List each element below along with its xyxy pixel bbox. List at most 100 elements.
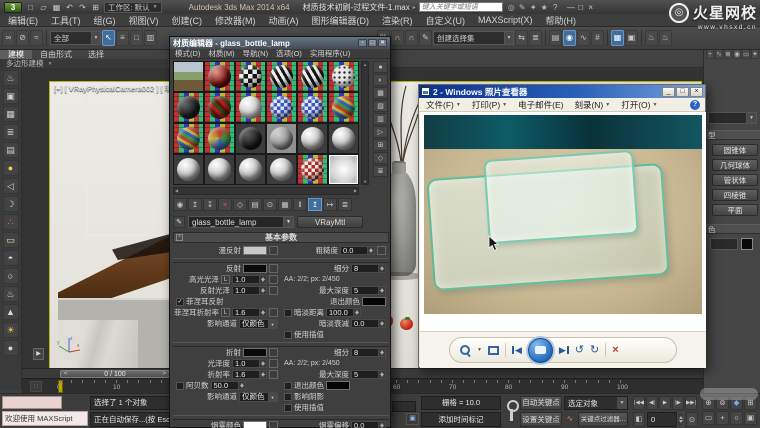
unlink-selection-icon[interactable]: ⊘ <box>16 30 29 46</box>
material-sample-slot[interactable] <box>297 61 328 92</box>
material-sample-slot[interactable] <box>328 92 359 123</box>
primitive-category-dropdown[interactable]: ▼ <box>708 112 757 124</box>
menu-item[interactable]: 编辑(E) <box>8 14 38 27</box>
close-button[interactable]: × <box>586 3 596 12</box>
go-to-parent-icon[interactable]: ↥ <box>308 198 322 211</box>
open-file-icon[interactable]: ▱ <box>38 2 49 13</box>
material-sample-slot[interactable] <box>297 92 328 123</box>
show-material-in-viewport-icon[interactable]: ▦ <box>278 198 292 211</box>
spinner-arrows[interactable] <box>354 308 361 317</box>
circle-shape-icon[interactable]: ○ <box>3 268 19 284</box>
previous-image-button[interactable]: ◀ <box>512 345 522 356</box>
material-sample-slot[interactable] <box>266 61 297 92</box>
spinner-field[interactable]: 8 <box>351 264 386 273</box>
create-tab-icon[interactable]: + <box>706 49 714 59</box>
spinner-field[interactable]: 8 <box>351 348 386 357</box>
spinner-arrows[interactable] <box>379 286 386 295</box>
menu-item[interactable]: 自定义(U) <box>426 14 466 27</box>
polygon-modeling-panel[interactable]: 多边形建模 ▼ <box>0 59 168 68</box>
selection-region-icon[interactable]: □ <box>130 30 143 46</box>
utilities-tab-icon[interactable]: ✦ <box>751 49 759 59</box>
rotate-clockwise-button[interactable]: ↻ <box>590 345 599 355</box>
material-sample-slot[interactable] <box>235 61 266 92</box>
spinner-field[interactable]: 5 <box>351 286 386 295</box>
photo-viewer-menu-item[interactable]: 文件(F)▼ <box>426 99 461 111</box>
menu-item[interactable]: 渲染(R) <box>382 14 413 27</box>
hierarchy-tab-icon[interactable]: ≣ <box>724 49 732 59</box>
play-slideshow-button[interactable] <box>528 338 553 363</box>
spinner-field[interactable]: 0.0 <box>351 319 386 328</box>
menu-item[interactable]: 工具(T) <box>51 14 81 27</box>
motion-tab-icon[interactable]: ◉ <box>733 49 741 59</box>
checkbox[interactable] <box>284 331 292 339</box>
material-editor-menu-item[interactable]: 实用程序(U) <box>310 48 350 59</box>
3ds-max-logo-icon[interactable]: 3 <box>4 2 22 13</box>
speaker-icon[interactable]: ◁ <box>3 178 19 194</box>
key-filter-dropdown[interactable]: 选定对象 ▼ <box>564 396 628 410</box>
flyout-arrow-button[interactable]: ▶ <box>33 348 44 360</box>
layer-grid-icon[interactable]: ▤ <box>3 142 19 158</box>
put-to-library-icon[interactable]: ▤ <box>248 198 262 211</box>
video-color-check-icon[interactable]: ▥ <box>373 113 388 125</box>
next-frame-button[interactable]: |▶ <box>672 396 684 410</box>
lock-button[interactable]: L <box>221 308 230 317</box>
spinner-field[interactable]: 0.0 <box>340 246 375 255</box>
go-to-end-button[interactable]: ▶▶| <box>685 396 697 410</box>
redo-icon[interactable]: ↷ <box>77 2 88 13</box>
add-time-tag[interactable]: 添加时间标记 <box>421 412 501 427</box>
coordinate-field[interactable] <box>392 401 416 412</box>
reset-material-icon[interactable]: × <box>218 198 232 211</box>
spinner-arrows[interactable] <box>239 381 246 390</box>
checkbox[interactable] <box>284 393 292 401</box>
new-file-icon[interactable]: □ <box>25 2 36 13</box>
material-editor-menu-item[interactable]: 选项(O) <box>276 48 302 59</box>
tube-button[interactable]: 管状体 <box>712 174 758 186</box>
make-unique-icon[interactable]: ◇ <box>233 198 247 211</box>
community-icon[interactable]: ✦ <box>528 3 539 12</box>
pyramid-button[interactable]: 四棱锥 <box>712 189 758 201</box>
menu-item[interactable]: 修改器(M) <box>215 14 256 27</box>
render-iterative-icon[interactable]: ♨ <box>659 30 672 46</box>
time-configuration-icon[interactable]: ⊙ <box>686 412 698 427</box>
select-by-name-icon[interactable]: ≡ <box>116 30 129 46</box>
spinner-arrows[interactable] <box>379 319 386 328</box>
maxscript-mini-listener[interactable] <box>2 396 62 409</box>
spinner-field[interactable]: 1.0 <box>232 359 267 368</box>
search-input[interactable] <box>419 2 503 12</box>
menu-item[interactable]: 视图(V) <box>129 14 159 27</box>
maximize-button[interactable]: □ <box>368 39 377 47</box>
spinner-field[interactable]: 1.6 <box>232 370 267 379</box>
rotate-counterclockwise-button[interactable]: ↺ <box>575 345 584 355</box>
maximize-viewport-toggle-icon[interactable]: ▣ <box>744 411 757 425</box>
name-color-rollout[interactable]: 色 <box>704 224 760 234</box>
spinner-arrows[interactable] <box>368 246 375 255</box>
material-sample-slot[interactable] <box>204 123 235 154</box>
spinner-field[interactable]: 100.0 <box>326 308 361 317</box>
color-swatch[interactable] <box>326 381 350 390</box>
go-forward-to-sibling-icon[interactable]: ↦ <box>323 198 337 211</box>
menu-item[interactable]: MAXScript(X) <box>478 15 533 25</box>
go-to-start-button[interactable]: |◀◀ <box>633 396 645 410</box>
save-file-icon[interactable]: ▦ <box>51 2 62 13</box>
named-selection-set-combo[interactable]: 创建选择集▼ <box>433 31 514 45</box>
previous-frame-button[interactable]: ◀| <box>646 396 658 410</box>
modify-tab-icon[interactable]: ∿ <box>715 49 723 59</box>
put-material-to-scene-icon[interactable]: ↥ <box>188 198 202 211</box>
map-button[interactable] <box>269 246 278 255</box>
spinner-arrows[interactable] <box>379 370 386 379</box>
window-crossing-icon[interactable]: ▥ <box>144 30 157 46</box>
fit-to-window-icon[interactable] <box>488 346 499 355</box>
render-production-icon[interactable]: ♨ <box>645 30 658 46</box>
plane-button[interactable]: 平面 <box>712 204 758 216</box>
previous-frame-arrow-icon[interactable]: < <box>64 371 68 378</box>
manage-layers-icon[interactable]: ▤ <box>549 30 562 46</box>
make-preview-icon[interactable]: ▷ <box>373 126 388 138</box>
undo-icon[interactable]: ↶ <box>64 2 75 13</box>
trackbar-filter-icon[interactable]: ∷ <box>30 381 42 392</box>
checkbox[interactable] <box>284 309 292 317</box>
spinner-field[interactable]: 50.0 <box>211 381 246 390</box>
material-sample-slot[interactable] <box>328 123 359 154</box>
checkbox[interactable]: ✓ <box>176 298 184 306</box>
menu-item[interactable]: 帮助(H) <box>546 14 577 27</box>
material-sample-slot[interactable] <box>235 154 266 185</box>
